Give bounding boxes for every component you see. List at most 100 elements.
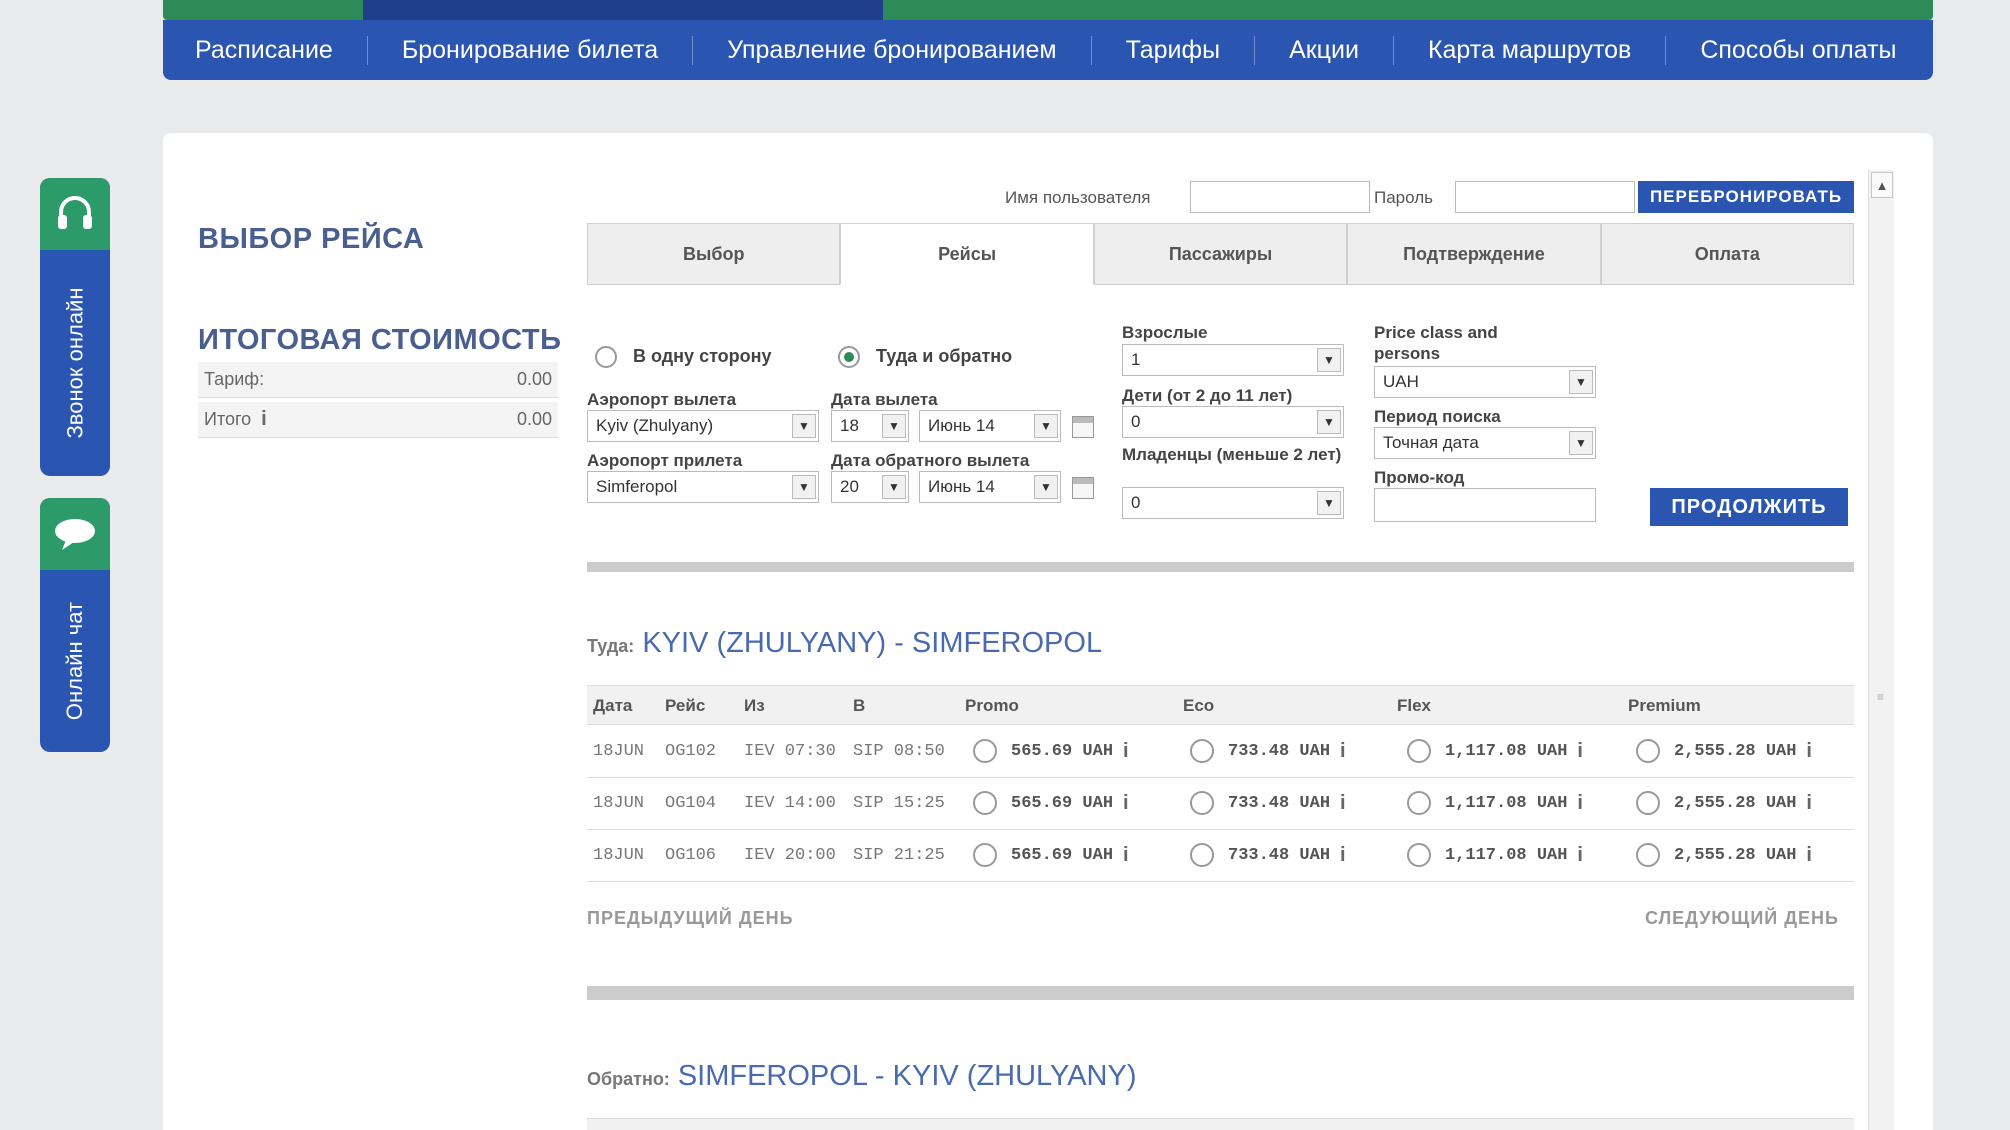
info-icon[interactable]: i — [1806, 792, 1812, 815]
rebook-button[interactable]: ПЕРЕБРОНИРОВАТЬ — [1638, 181, 1854, 213]
fare-radio[interactable] — [973, 739, 997, 763]
arrival-airport-select[interactable]: Simferopol ▼ — [587, 471, 819, 503]
calendar-icon[interactable] — [1072, 416, 1094, 438]
departure-day-select[interactable]: 18 ▼ — [831, 410, 909, 442]
round-trip-radio[interactable] — [838, 346, 860, 368]
nav-tariffs[interactable]: Тарифы — [1090, 35, 1254, 65]
info-icon[interactable]: i — [1340, 792, 1346, 815]
info-icon[interactable]: i — [1806, 740, 1812, 763]
nav-route-map[interactable]: Карта маршрутов — [1392, 35, 1665, 65]
booking-steps: Выбор Рейсы Пассажиры Подтверждение Опла… — [587, 223, 1855, 285]
chevron-down-icon[interactable]: ▼ — [1034, 475, 1058, 499]
password-input[interactable] — [1455, 181, 1635, 213]
fare-radio[interactable] — [1407, 843, 1431, 867]
promo-code-label: Промо-код — [1374, 468, 1465, 487]
fare-promo[interactable]: 565.69 UAH i — [973, 739, 1129, 763]
online-chat-widget[interactable]: Онлайн чат — [40, 498, 110, 752]
scroll-thumb-icon[interactable]: ≡ — [1877, 690, 1887, 706]
fare-premium[interactable]: 2,555.28 UAH i — [1636, 843, 1812, 867]
info-icon[interactable]: i — [261, 408, 267, 430]
top-nav-active-tab[interactable] — [363, 0, 883, 20]
info-icon[interactable]: i — [1577, 740, 1583, 763]
step-confirmation[interactable]: Подтверждение — [1347, 223, 1601, 285]
step-selection[interactable]: Выбор — [587, 223, 841, 285]
one-way-radio[interactable] — [595, 346, 617, 368]
fare-radio[interactable] — [1190, 739, 1214, 763]
price-class-value: UAH — [1383, 372, 1419, 391]
chevron-down-icon[interactable]: ▼ — [1317, 410, 1341, 434]
nav-promotions[interactable]: Акции — [1254, 35, 1393, 65]
return-month-value: Июнь 14 — [928, 477, 995, 496]
fare-radio[interactable] — [973, 791, 997, 815]
fare-radio[interactable] — [1190, 843, 1214, 867]
adults-select[interactable]: 1 ▼ — [1122, 344, 1344, 376]
fare-radio[interactable] — [1407, 791, 1431, 815]
info-icon[interactable]: i — [1340, 844, 1346, 867]
price-class-select[interactable]: UAH ▼ — [1374, 366, 1596, 398]
fare-radio[interactable] — [1636, 791, 1660, 815]
info-icon[interactable]: i — [1340, 740, 1346, 763]
username-input[interactable] — [1190, 181, 1370, 213]
top-nav-upper — [163, 0, 1933, 20]
info-icon[interactable]: i — [1123, 792, 1129, 815]
departure-month-select[interactable]: Июнь 14 ▼ — [919, 410, 1061, 442]
info-icon[interactable]: i — [1577, 792, 1583, 815]
chevron-down-icon[interactable]: ▼ — [792, 475, 816, 499]
search-period-label: Период поиска — [1374, 407, 1501, 426]
return-route-title: Обратно: SIMFEROPOL - KYIV (ZHULYANY) — [587, 1060, 1137, 1093]
fare-radio[interactable] — [1407, 739, 1431, 763]
continue-button[interactable]: ПРОДОЛЖИТЬ — [1650, 488, 1848, 526]
fare-promo[interactable]: 565.69 UAH i — [973, 791, 1129, 815]
return-month-select[interactable]: Июнь 14 ▼ — [919, 471, 1061, 503]
step-payment[interactable]: Оплата — [1600, 223, 1855, 285]
fare-promo[interactable]: 565.69 UAH i — [973, 843, 1129, 867]
fare-eco[interactable]: 733.48 UAH i — [1190, 739, 1346, 763]
call-online-widget[interactable]: Звонок онлайн — [40, 178, 110, 476]
step-passengers[interactable]: Пассажиры — [1093, 223, 1348, 285]
chevron-down-icon[interactable]: ▼ — [1034, 414, 1058, 438]
fare-flex[interactable]: 1,117.08 UAH i — [1407, 739, 1583, 763]
fare-flex[interactable]: 1,117.08 UAH i — [1407, 843, 1583, 867]
return-day-select[interactable]: 20 ▼ — [831, 471, 909, 503]
fare-price: 733.48 UAH — [1228, 793, 1331, 813]
nav-booking[interactable]: Бронирование билета — [366, 35, 692, 65]
infants-select[interactable]: 0 ▼ — [1122, 487, 1344, 519]
info-icon[interactable]: i — [1806, 844, 1812, 867]
chevron-down-icon[interactable]: ▼ — [882, 475, 906, 499]
fare-premium[interactable]: 2,555.28 UAH i — [1636, 739, 1812, 763]
step-flights[interactable]: Рейсы — [840, 223, 1094, 285]
nav-schedule[interactable]: Расписание — [195, 36, 367, 65]
next-day-link[interactable]: СЛЕДУЮЩИЙ ДЕНЬ — [1645, 908, 1839, 929]
fare-radio[interactable] — [1636, 739, 1660, 763]
chevron-down-icon[interactable]: ▼ — [1317, 348, 1341, 372]
promo-code-input[interactable] — [1374, 488, 1596, 522]
vertical-scrollbar[interactable]: ▲ ≡ — [1868, 170, 1894, 1130]
fare-eco[interactable]: 733.48 UAH i — [1190, 843, 1346, 867]
children-select[interactable]: 0 ▼ — [1122, 406, 1344, 438]
chevron-down-icon[interactable]: ▼ — [882, 414, 906, 438]
departure-airport-select[interactable]: Kyiv (Zhulyany) ▼ — [587, 410, 819, 442]
chevron-down-icon[interactable]: ▼ — [1569, 431, 1593, 455]
fare-premium[interactable]: 2,555.28 UAH i — [1636, 791, 1812, 815]
calendar-icon[interactable] — [1072, 477, 1094, 499]
chevron-down-icon[interactable]: ▼ — [792, 414, 816, 438]
search-period-select[interactable]: Точная дата ▼ — [1374, 427, 1596, 459]
fare-radio[interactable] — [1636, 843, 1660, 867]
info-icon[interactable]: i — [1123, 740, 1129, 763]
info-icon[interactable]: i — [1577, 844, 1583, 867]
nav-manage-booking[interactable]: Управление бронированием — [692, 35, 1090, 65]
chevron-down-icon[interactable]: ▼ — [1317, 491, 1341, 515]
fare-flex[interactable]: 1,117.08 UAH i — [1407, 791, 1583, 815]
chevron-down-icon[interactable]: ▼ — [1569, 370, 1593, 394]
info-icon[interactable]: i — [1123, 844, 1129, 867]
fare-radio[interactable] — [1190, 791, 1214, 815]
main-nav: Расписание Бронирование билета Управлени… — [163, 20, 1933, 80]
section-divider — [587, 986, 1854, 1000]
outbound-route: KYIV (ZHULYANY) - SIMFEROPOL — [642, 627, 1103, 659]
fare-eco[interactable]: 733.48 UAH i — [1190, 791, 1346, 815]
fare-radio[interactable] — [973, 843, 997, 867]
scroll-up-icon[interactable]: ▲ — [1871, 172, 1893, 198]
previous-day-link[interactable]: ПРЕДЫДУЩИЙ ДЕНЬ — [587, 908, 794, 929]
username-label: Имя пользователя — [1005, 188, 1151, 207]
nav-payment-methods[interactable]: Способы оплаты — [1665, 35, 1930, 65]
